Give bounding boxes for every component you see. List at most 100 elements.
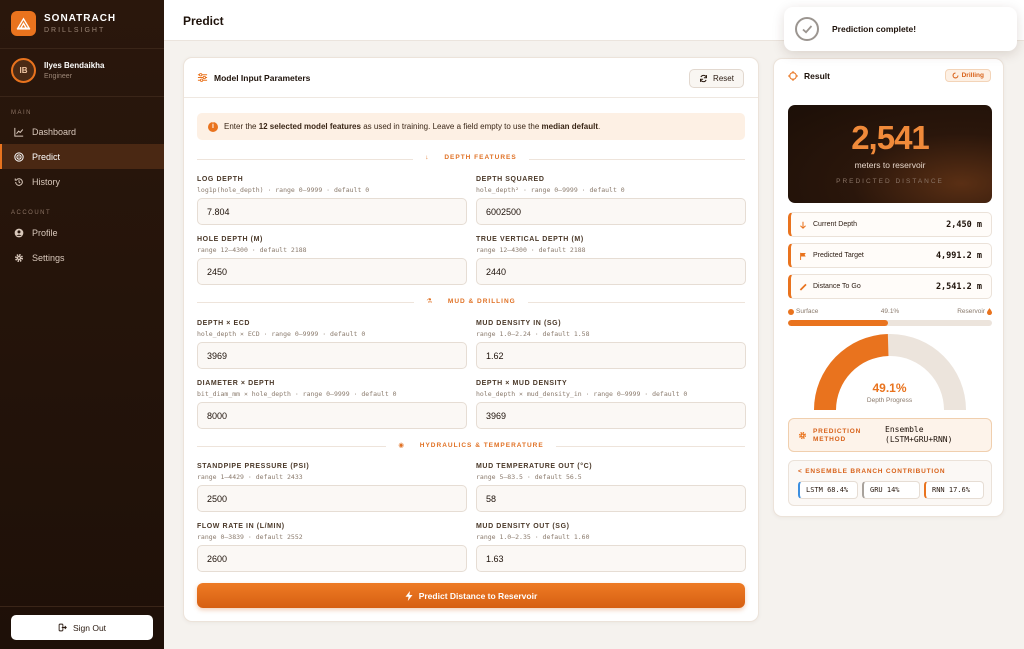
- crosshair-icon: [788, 71, 798, 81]
- reset-button[interactable]: Reset: [689, 69, 744, 88]
- metric-predicted-target: Predicted Target 4,991.2 m: [788, 243, 992, 268]
- sidebar-item-label: Profile: [32, 227, 58, 238]
- refresh-icon: [700, 74, 708, 83]
- depth-squared-input[interactable]: [476, 198, 746, 225]
- progress-labels: Surface 49.1% Reservoir: [788, 308, 992, 318]
- section-divider-depth: ↓ DEPTH FEATURES: [197, 154, 745, 164]
- user-profile: IB Ilyes Bendaikha Engineer: [11, 58, 104, 83]
- field-flow-rate-in: FLOW RATE IN (L/MIN) range 0–3839 · defa…: [197, 523, 467, 572]
- sidebar-item-label: Dashboard: [32, 126, 77, 137]
- result-title: Result: [788, 71, 830, 81]
- mud-density-in-input[interactable]: [476, 342, 746, 369]
- sign-out-button[interactable]: Sign Out: [11, 615, 153, 640]
- mud-temperature-input[interactable]: [476, 485, 746, 512]
- sliders-icon: [197, 73, 208, 82]
- field-log-depth: LOG DEPTH log1p(hole_depth) · range 0–99…: [197, 176, 467, 225]
- divider: [0, 606, 164, 607]
- page-title: Predict: [183, 14, 224, 28]
- depth-mud-density-input[interactable]: [476, 402, 746, 429]
- flask-icon: ⚗: [420, 298, 440, 305]
- section-divider-mud: ⚗ MUD & DRILLING: [197, 297, 745, 307]
- divider: [0, 96, 164, 97]
- nav-section-account: ACCOUNT: [11, 210, 52, 216]
- gauge-value: 49.1%: [872, 381, 907, 395]
- sidebar-item-predict[interactable]: Predict: [0, 144, 164, 169]
- log-depth-input[interactable]: [197, 198, 467, 225]
- field-mud-density-in: MUD DENSITY IN (SG) range 1.0–2.24 · def…: [476, 320, 746, 369]
- ensemble-contribution-box: < ENSEMBLE BRANCH CONTRIBUTION LSTM 68.4…: [788, 460, 992, 506]
- field-true-vertical-depth: TRUE VERTICAL DEPTH (M) range 12–4300 · …: [476, 236, 746, 285]
- chip-rnn: RNN 17.6%: [924, 481, 984, 499]
- status-badge: Drilling: [944, 69, 991, 82]
- standpipe-pressure-input[interactable]: [197, 485, 467, 512]
- tvd-input[interactable]: [476, 258, 746, 285]
- sign-out-icon: [58, 623, 67, 632]
- sidebar-item-label: Predict: [32, 151, 61, 162]
- brand-name: SONATRACH: [44, 13, 117, 24]
- flag-icon: [800, 252, 806, 260]
- predicted-distance-caption: PREDICTED DISTANCE: [836, 178, 944, 185]
- toast-notification[interactable]: Prediction complete!: [784, 7, 1017, 51]
- field-depth-mud-density: DEPTH × MUD DENSITY hole_depth × mud_den…: [476, 380, 746, 429]
- chip-gru: GRU 14%: [862, 481, 920, 499]
- sidebar-item-profile[interactable]: Profile: [0, 220, 164, 245]
- field-standpipe-pressure: STANDPIPE PRESSURE (PSI) range 1–4429 · …: [197, 463, 467, 512]
- predicted-distance-unit: meters to reservoir: [854, 160, 926, 170]
- droplet-icon: [987, 308, 992, 315]
- predict-label: Predict Distance to Reservoir: [418, 590, 538, 601]
- progress-end-label: Reservoir: [957, 308, 985, 315]
- nav-section-main: MAIN: [11, 110, 32, 116]
- sidebar-item-dashboard[interactable]: Dashboard: [0, 119, 164, 144]
- metric-distance-to-go: Distance To Go 2,541.2 m: [788, 274, 992, 299]
- depth-ecd-input[interactable]: [197, 342, 467, 369]
- divider: [0, 48, 164, 49]
- derrick-logo-icon: [11, 11, 36, 36]
- card-title-text: Model Input Parameters: [214, 72, 311, 83]
- predicted-distance-panel: 2,541 meters to reservoir PREDICTED DIST…: [788, 105, 992, 203]
- field-mud-temperature-out: MUD TEMPERATURE OUT (°C) range 5–83.5 · …: [476, 463, 746, 512]
- ruler-icon: [799, 283, 807, 291]
- chip-lstm: LSTM 68.4%: [798, 481, 858, 499]
- arrow-down-icon: ↓: [419, 154, 436, 161]
- reset-label: Reset: [713, 74, 734, 83]
- sidebar: SONATRACH DRILLSIGHT IB Ilyes Bendaikha …: [0, 0, 164, 649]
- depth-progress-fill: [788, 320, 889, 326]
- depth-progress-bar: [788, 320, 992, 326]
- toast-message: Prediction complete!: [832, 24, 917, 34]
- diameter-depth-input[interactable]: [197, 402, 467, 429]
- hole-depth-input[interactable]: [197, 258, 467, 285]
- sign-out-label: Sign Out: [72, 622, 107, 633]
- predict-button[interactable]: Predict Distance to Reservoir: [197, 583, 745, 608]
- prediction-method-label: PREDICTION METHOD: [813, 428, 862, 443]
- user-name: Ilyes Bendaikha: [44, 61, 105, 70]
- model-input-card: Model Input Parameters Reset i Enter the…: [183, 57, 759, 622]
- gauge-icon: ◉: [392, 442, 411, 449]
- field-depth-squared: DEPTH SQUARED hole_depth² · range 0–9999…: [476, 176, 746, 225]
- target-icon: [14, 151, 24, 162]
- chart-line-icon: [14, 127, 24, 137]
- ensemble-contribution-title: < ENSEMBLE BRANCH CONTRIBUTION: [798, 468, 946, 475]
- gauge-label: Depth Progress: [866, 397, 913, 404]
- section-divider-hydraulics: ◉ HYDRAULICS & TEMPERATURE: [197, 441, 745, 451]
- user-circle-icon: [14, 228, 24, 237]
- info-banner: i Enter the 12 selected model features a…: [197, 113, 745, 140]
- history-icon: [14, 177, 23, 186]
- sidebar-item-history[interactable]: History: [0, 169, 164, 194]
- metric-current-depth: Current Depth 2,450 m: [788, 212, 992, 237]
- mud-density-out-input[interactable]: [476, 545, 746, 572]
- field-depth-ecd: DEPTH × ECD hole_depth × ECD · range 0–9…: [197, 320, 467, 369]
- card-header: Model Input Parameters Reset: [184, 58, 758, 98]
- gear-icon: [15, 253, 23, 262]
- user-role: Engineer: [44, 73, 73, 80]
- result-card: Result Drilling 2,541 meters to reservoi…: [773, 58, 1004, 517]
- check-circle-icon: [795, 17, 819, 41]
- prediction-method-value: Ensemble (LSTM+GRU+RNN): [885, 425, 953, 444]
- info-text: Enter the 12 selected model features as …: [224, 122, 601, 131]
- flow-rate-input[interactable]: [197, 545, 467, 572]
- arrow-down-icon: [800, 221, 806, 229]
- sidebar-item-label: History: [32, 176, 61, 187]
- brand[interactable]: SONATRACH DRILLSIGHT: [11, 11, 116, 36]
- prediction-method-box: PREDICTION METHOD Ensemble (LSTM+GRU+RNN…: [788, 418, 992, 452]
- brand-subtitle: DRILLSIGHT: [44, 27, 106, 34]
- sidebar-item-settings[interactable]: Settings: [0, 245, 164, 270]
